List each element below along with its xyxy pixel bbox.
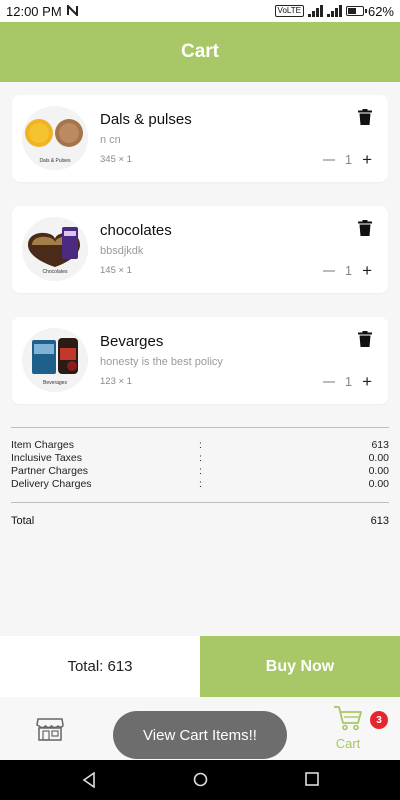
charge-value: 0.00 [368,452,389,464]
decrease-button[interactable] [322,158,335,161]
charge-colon: : [199,452,202,464]
total-label: Total [11,515,35,527]
charge-value: 0.00 [368,478,389,490]
system-navigation-bar [0,760,400,800]
quantity-stepper: 1 + [322,373,372,390]
charge-value: 0.00 [368,465,389,477]
total-row: Total 613 [11,515,389,527]
item-price-qty: 123 × 1 [100,376,132,387]
product-thumbnail: Beverages [22,328,88,392]
delete-icon[interactable] [358,109,372,125]
charge-colon: : [199,465,202,477]
toast-message: View Cart Items!! [113,711,287,759]
product-thumbnail: Dals & Pulses [22,106,88,170]
home-icon[interactable] [193,772,208,787]
thumbnail-label: Dals & Pulses [39,158,71,164]
charge-label: Partner Charges [11,465,89,477]
signal-icon-2 [326,5,342,17]
product-thumbnail: Chocolates [22,217,88,281]
volte-badge: VoLTE [274,5,304,17]
item-price-qty: 345 × 1 [100,154,132,165]
charge-row-delivery: Delivery Charges : 0.00 [11,478,389,491]
battery-icon [345,6,367,16]
quantity-value: 1 [344,374,353,389]
quantity-stepper: 1 + [322,151,372,168]
delete-icon[interactable] [358,331,372,347]
status-time: 12:00 PM [6,3,62,19]
item-name: Bevarges [100,333,164,350]
quantity-value: 1 [344,152,353,167]
cart-item-card[interactable]: Beverages Bevarges honesty is the best p… [12,317,388,404]
thumbnail-label: Beverages [43,380,67,386]
charge-colon: : [199,478,202,490]
thumbnail-label: Chocolates [42,269,68,275]
total-value: 613 [370,515,389,527]
page-title: Cart [180,41,219,62]
buy-now-button[interactable]: Buy Now [200,636,400,697]
charge-label: Inclusive Taxes [11,452,83,464]
divider [11,502,389,503]
cart-icon [333,706,363,735]
charge-row-partner: Partner Charges : 0.00 [11,465,389,478]
increase-button[interactable]: + [362,262,372,279]
item-description: honesty is the best policy [100,356,223,368]
charge-value: 613 [371,439,389,451]
cart-tab[interactable]: Cart [330,705,366,751]
divider [11,427,389,428]
increase-button[interactable]: + [362,373,372,390]
increase-button[interactable]: + [362,151,372,168]
app-bar: Cart [0,22,400,82]
checkout-total: Total: 613 [0,636,200,697]
delete-icon[interactable] [358,220,372,236]
signal-icon [307,5,323,17]
checkout-bar: Total: 613 Buy Now [0,636,400,697]
item-description: bbsdjkdk [100,245,144,257]
decrease-button[interactable] [322,269,335,272]
item-name: Dals & pulses [100,111,192,128]
recents-icon[interactable] [305,772,319,786]
charge-label: Item Charges [11,439,75,451]
store-icon[interactable] [36,717,64,746]
charge-colon: : [199,439,202,451]
item-price-qty: 145 × 1 [100,265,132,276]
decrease-button[interactable] [322,380,335,383]
charge-row-taxes: Inclusive Taxes : 0.00 [11,452,389,465]
back-icon[interactable] [82,772,96,788]
charge-row-item: Item Charges : 613 [11,439,389,452]
cart-item-card[interactable]: Chocolates chocolates bbsdjkdk 145 × 1 1… [12,206,388,293]
cart-count-badge: 3 [370,711,388,729]
cart-item-card[interactable]: Dals & Pulses Dals & pulses n cn 345 × 1… [12,95,388,182]
status-bar: 12:00 PM VoLTE 62% [0,0,400,22]
battery-percent: 62% [367,3,394,19]
charge-label: Delivery Charges [11,478,92,490]
item-name: chocolates [100,222,172,239]
cart-tab-label: Cart [335,736,361,751]
quantity-stepper: 1 + [322,262,372,279]
quantity-value: 1 [344,263,353,278]
item-description: n cn [100,134,121,146]
n-notification-icon [66,3,78,19]
